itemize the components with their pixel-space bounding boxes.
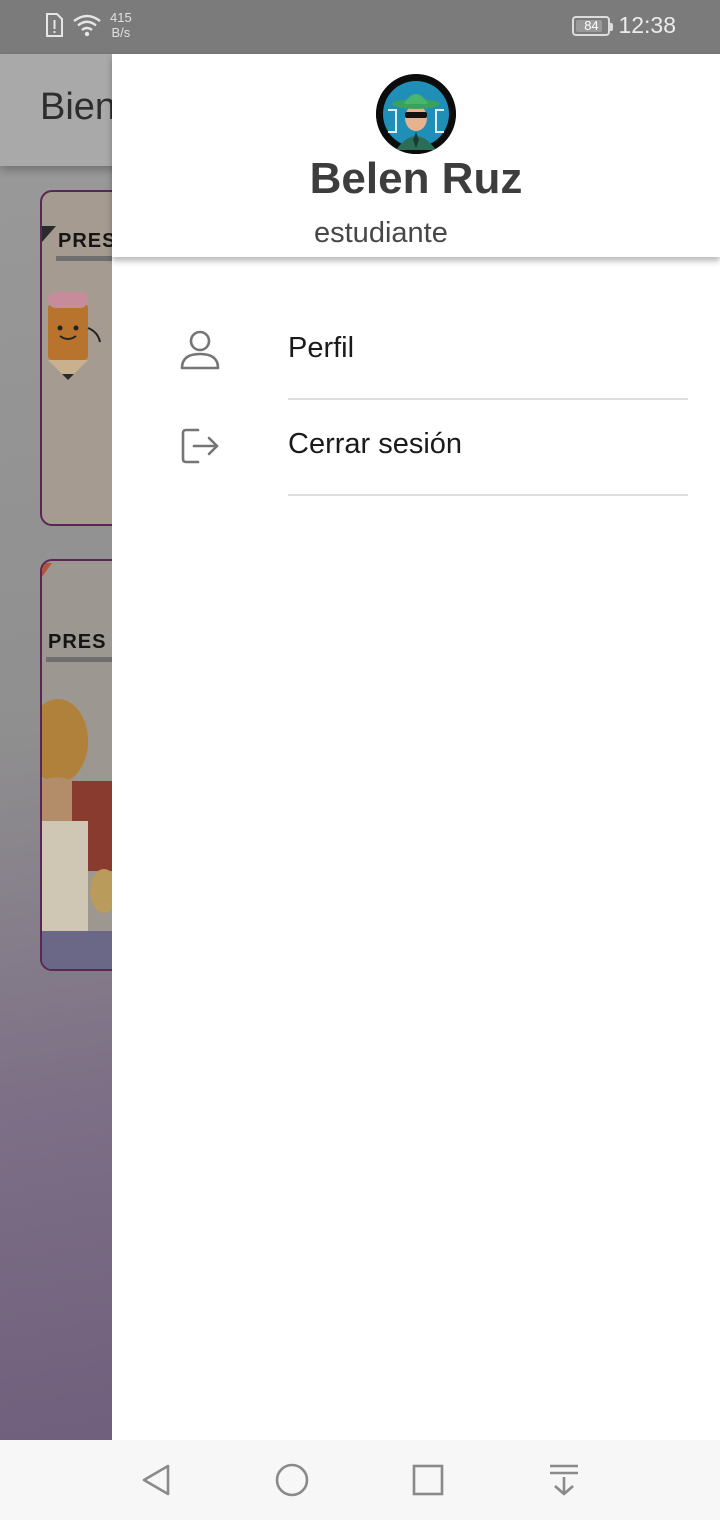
system-nav-bar — [0, 1440, 720, 1520]
menu-item-label: Cerrar sesión — [288, 428, 463, 460]
people-illustration — [42, 699, 114, 969]
avatar-image — [376, 74, 456, 154]
network-speed-unit: B/s — [111, 25, 131, 40]
app-bar-title: Bien — [40, 86, 117, 128]
clock: 12:38 — [618, 12, 676, 38]
notification-pull-icon — [550, 1464, 578, 1496]
back-button[interactable] — [134, 1458, 178, 1502]
battery-icon: 84 — [572, 15, 614, 36]
status-right: 84 12:38 — [572, 12, 676, 39]
back-icon — [142, 1464, 170, 1496]
wifi-icon — [73, 14, 101, 37]
card-corner-mark — [42, 563, 52, 577]
status-left: 415 B/s — [44, 10, 132, 40]
home-icon — [275, 1463, 309, 1497]
avatar[interactable] — [376, 74, 456, 154]
pencil-illustration — [48, 292, 101, 380]
navigation-drawer: Belen Ruz estudiante Perfil Cerrar sesió… — [112, 54, 720, 1440]
menu-item-cerrar-sesion[interactable]: Cerrar sesión — [112, 400, 720, 496]
recents-button[interactable] — [406, 1458, 450, 1502]
card-corner-mark — [42, 226, 56, 242]
drawer-header: Belen Ruz estudiante — [112, 54, 720, 257]
menu-item-perfil[interactable]: Perfil — [112, 304, 720, 400]
sim-alert-icon — [46, 13, 63, 37]
card-heading: PRES — [48, 631, 107, 653]
network-speed-value: 415 — [110, 10, 132, 25]
divider — [288, 494, 688, 496]
notification-pull-button[interactable] — [542, 1458, 586, 1502]
card-heading: PRES — [58, 230, 117, 252]
menu-item-label: Perfil — [288, 332, 355, 364]
user-role: estudiante — [314, 217, 448, 249]
home-button[interactable] — [270, 1458, 314, 1502]
person-icon — [180, 330, 220, 370]
user-name: Belen Ruz — [309, 154, 523, 203]
battery-level: 84 — [584, 18, 599, 33]
status-bar: 415 B/s 84 12:38 — [0, 0, 720, 54]
logout-icon — [181, 428, 219, 464]
recents-icon — [412, 1464, 444, 1496]
network-speed: 415 B/s — [110, 10, 132, 40]
